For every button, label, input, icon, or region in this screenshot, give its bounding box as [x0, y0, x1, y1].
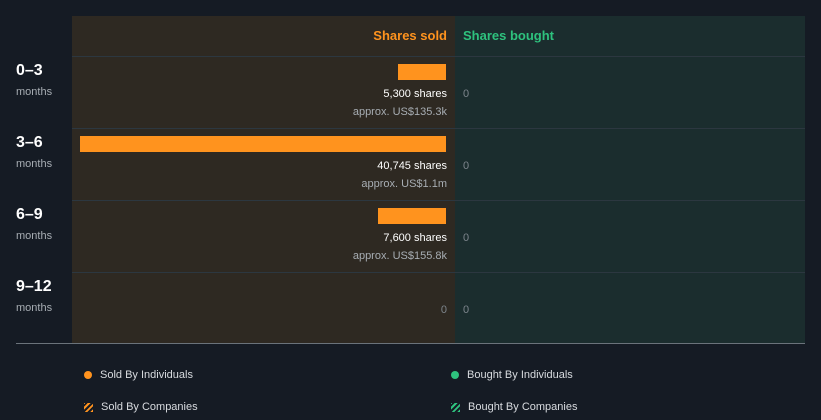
row-unit: months	[16, 86, 53, 98]
row-label-6-9: 6–9 months	[16, 206, 52, 242]
legend-sold-companies[interactable]: Sold By Companies	[84, 401, 198, 413]
bought-zero-label: 0	[463, 304, 470, 316]
sold-value-label: 7,600 shares	[383, 232, 447, 244]
bought-zero-label: 0	[463, 88, 470, 100]
legend-bought-individuals[interactable]: Bought By Individuals	[451, 369, 573, 381]
row-unit: months	[16, 302, 53, 314]
sold-bar-0-3	[398, 64, 446, 80]
legend-hatch-icon	[84, 402, 93, 412]
row-range: 9–12	[16, 278, 52, 295]
sold-bar-6-9	[377, 208, 446, 224]
sold-zero-label: 0	[440, 304, 447, 316]
sold-approx-label: approx. US$135.3k	[352, 106, 447, 118]
sold-value-label: 5,300 shares	[383, 88, 447, 100]
legend-label: Bought By Companies	[468, 401, 578, 413]
legend-hatch-icon	[451, 402, 460, 412]
bought-zero-label: 0	[463, 160, 470, 172]
legend-dot-icon	[451, 371, 459, 379]
legend-bought-companies[interactable]: Bought By Companies	[451, 401, 577, 413]
sold-approx-label: approx. US$155.8k	[352, 250, 447, 262]
legend-sold-individuals[interactable]: Sold By Individuals	[84, 369, 193, 381]
row-unit: months	[16, 158, 53, 170]
legend-label: Bought By Individuals	[467, 369, 573, 381]
row-range: 6–9	[16, 206, 43, 223]
row-divider	[72, 200, 805, 201]
row-divider	[72, 272, 805, 273]
sold-approx-label: approx. US$1.1m	[361, 178, 447, 190]
row-label-0-3: 0–3 months	[16, 62, 52, 98]
row-label-9-12: 9–12 months	[16, 278, 52, 314]
sold-value-label: 40,745 shares	[377, 160, 447, 172]
row-label-3-6: 3–6 months	[16, 134, 52, 170]
legend-dot-icon	[84, 371, 92, 379]
row-unit: months	[16, 230, 53, 242]
shares-bought-header: Shares bought	[463, 28, 555, 43]
shares-sold-header: Shares sold	[373, 28, 447, 43]
bought-zero-label: 0	[463, 232, 470, 244]
row-range: 0–3	[16, 62, 43, 79]
row-divider	[72, 128, 805, 129]
row-range: 3–6	[16, 134, 43, 151]
legend-label: Sold By Companies	[101, 401, 198, 413]
chart-baseline	[16, 343, 805, 344]
legend-label: Sold By Individuals	[100, 369, 193, 381]
row-divider	[72, 56, 805, 57]
shares-bought-panel	[455, 16, 805, 343]
sold-bar-3-6	[80, 136, 446, 152]
